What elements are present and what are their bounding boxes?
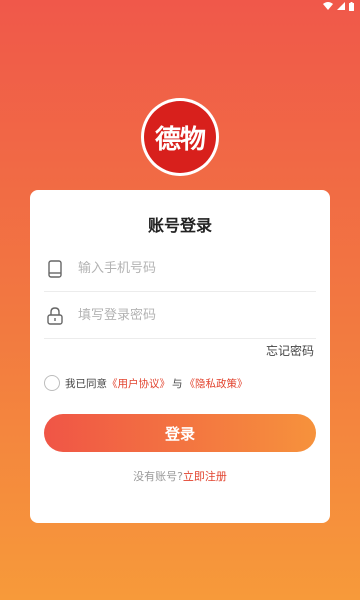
lock-icon [44,305,66,327]
agreement-checkbox[interactable] [44,375,60,391]
battery-icon [349,1,354,11]
login-card: 账号登录 忘记密码 我已同意 《用户协议》 与 《隐私政策》 登录 没有账号?立… [30,190,330,523]
logo-text: 德物 [154,124,206,155]
status-bar [0,0,360,12]
password-field-row [44,293,316,339]
agreement-row: 我已同意 《用户协议》 与 《隐私政策》 [44,375,248,391]
register-row: 没有账号?立即注册 [30,468,330,484]
page-title: 账号登录 [147,216,212,235]
app-logo: 德物 [141,98,219,176]
register-link[interactable]: 立即注册 [183,470,227,483]
agreement-middle: 与 [172,377,183,390]
phone-input[interactable] [78,261,316,276]
phone-icon [44,258,66,280]
password-input[interactable] [78,308,316,323]
user-agreement-link[interactable]: 《用户协议》 [107,376,170,391]
signal-icon [337,2,345,10]
wifi-icon [323,2,333,10]
logo-circle: 德物 [144,101,216,173]
register-prefix: 没有账号? [133,470,183,483]
phone-field-row [44,246,316,292]
forgot-password-link[interactable]: 忘记密码 [266,342,314,359]
login-button[interactable]: 登录 [44,414,316,452]
agreement-prefix: 我已同意 [65,377,107,390]
privacy-policy-link[interactable]: 《隐私政策》 [185,376,248,391]
